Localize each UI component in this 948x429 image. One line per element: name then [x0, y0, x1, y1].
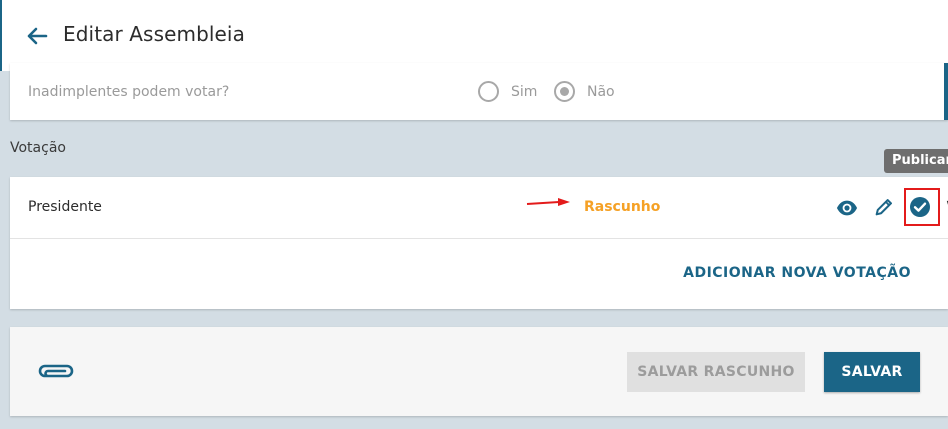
voting-status-badge: Rascunho — [584, 199, 661, 215]
app-header: Editar Assembleia — [0, 0, 948, 71]
section-title-votacao: Votação — [10, 140, 66, 156]
pencil-icon[interactable] — [873, 196, 895, 218]
header-accent-bar — [0, 0, 2, 71]
save-button[interactable]: SALVAR — [824, 352, 920, 392]
radio-label-nao: Não — [587, 84, 615, 100]
voting-name: Presidente — [28, 199, 102, 215]
save-draft-button[interactable]: SALVAR RASCUNHO — [627, 352, 805, 392]
arrow-left-icon[interactable] — [26, 26, 48, 46]
question-card: Inadimplentes podem votar? Sim Não — [10, 63, 948, 120]
scroll-edge — [944, 63, 948, 120]
page-title: Editar Assembleia — [63, 22, 245, 46]
question-label: Inadimplentes podem votar? — [28, 84, 230, 100]
publish-tooltip: Publicar — [884, 149, 948, 173]
radio-nao[interactable] — [554, 81, 575, 102]
paperclip-icon[interactable] — [36, 359, 76, 383]
annotation-highlight-box — [904, 188, 940, 226]
radio-sim[interactable] — [478, 81, 499, 102]
eye-icon[interactable] — [836, 197, 858, 219]
voting-row: Presidente Rascunho ∨ — [10, 177, 948, 239]
voting-card: Presidente Rascunho ∨ ADICIONAR NOVA VOT… — [10, 177, 948, 309]
radio-label-sim: Sim — [511, 84, 538, 100]
footer-actions: SALVAR RASCUNHO SALVAR — [10, 327, 948, 416]
annotation-arrow-icon — [526, 198, 570, 206]
add-voting-button[interactable]: ADICIONAR NOVA VOTAÇÃO — [683, 265, 911, 281]
